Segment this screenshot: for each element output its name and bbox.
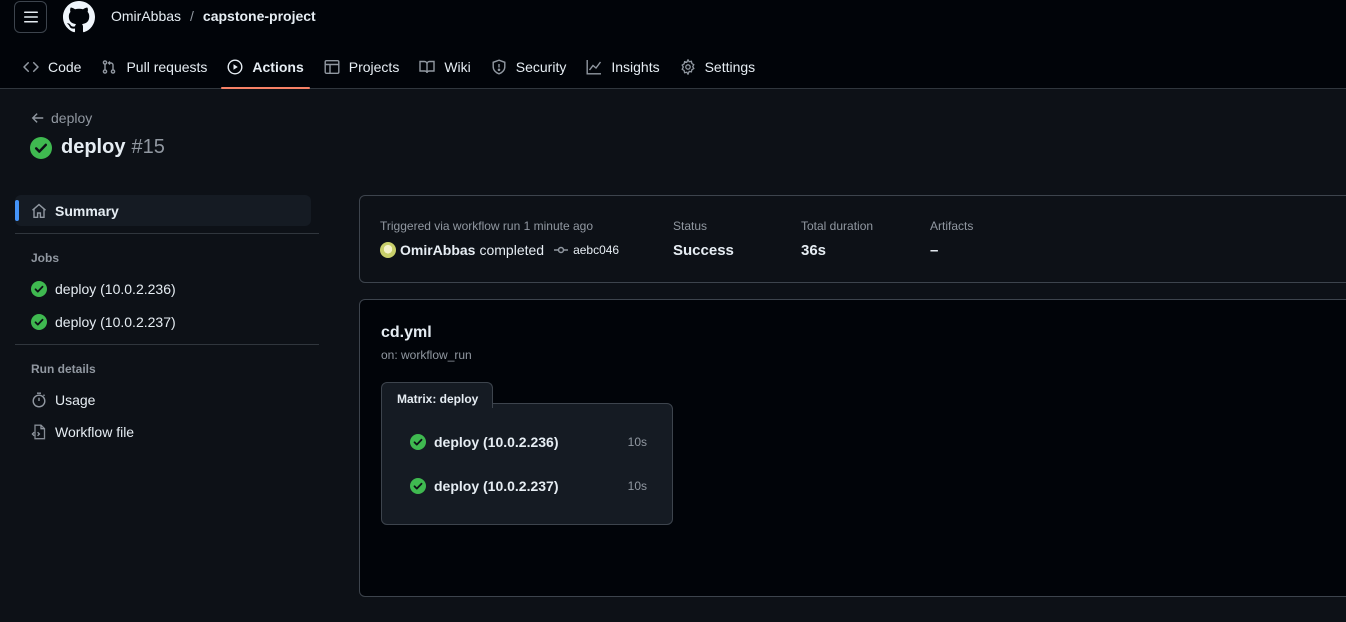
- play-icon: [227, 58, 243, 75]
- run-summary-card: Triggered via workflow run 1 minute ago …: [359, 195, 1346, 283]
- tab-label: Projects: [348, 58, 400, 75]
- run-number: #15: [131, 136, 165, 158]
- status-value: Success: [673, 242, 734, 259]
- run-name: deploy: [61, 136, 126, 158]
- owner-link[interactable]: OmirAbbas: [111, 8, 181, 24]
- sidebar-divider: [15, 233, 319, 234]
- code-icon: [23, 61, 39, 72]
- status-info: Status Success: [673, 219, 734, 259]
- home-icon: [32, 203, 46, 218]
- jobs-heading: Jobs: [31, 251, 60, 265]
- actor-link[interactable]: OmirAbbas: [400, 242, 475, 258]
- workflow-trigger: on: workflow_run: [381, 348, 472, 362]
- sidebar-item-label: deploy (10.0.2.236): [55, 280, 176, 297]
- run-sidebar: Summary Jobs deploy (10.0.2.236) deploy …: [15, 195, 319, 447]
- sidebar-item-label: Usage: [55, 391, 96, 408]
- github-logo-icon[interactable]: [63, 1, 95, 33]
- repo-nav: Code Pull requests Actions Projects Wiki…: [14, 44, 766, 89]
- tab-insights[interactable]: Insights: [577, 44, 668, 89]
- tab-label: Security: [515, 58, 567, 75]
- gear-icon: [680, 58, 695, 75]
- book-icon: [419, 60, 436, 73]
- back-to-workflow-link[interactable]: deploy: [31, 110, 92, 126]
- sidebar-item-usage[interactable]: Usage: [15, 384, 319, 415]
- tab-label: Insights: [611, 58, 660, 75]
- job-duration: 10s: [627, 479, 647, 493]
- matrix-label: Matrix: deploy: [381, 382, 493, 408]
- back-label: deploy: [51, 110, 93, 126]
- tab-wiki[interactable]: Wiki: [410, 44, 479, 89]
- tab-actions[interactable]: Actions: [218, 44, 312, 89]
- tab-label: Actions: [252, 58, 304, 75]
- pull-request-icon: [103, 59, 116, 74]
- tab-label: Pull requests: [126, 58, 208, 75]
- commit-link[interactable]: aebc046: [553, 242, 619, 258]
- check-circle-fill-icon: [31, 280, 47, 297]
- commit-sha: aebc046: [573, 243, 620, 257]
- file-code-icon: [31, 424, 46, 439]
- tab-projects[interactable]: Projects: [315, 44, 409, 89]
- graph-icon: [586, 59, 602, 74]
- status-label: Status: [673, 219, 708, 233]
- sidebar-item-summary[interactable]: Summary: [15, 195, 311, 226]
- artifacts-info: Artifacts –: [930, 219, 973, 259]
- duration-label: Total duration: [801, 219, 874, 233]
- hamburger-icon: [23, 11, 38, 23]
- matrix-group: deploy (10.0.2.236) 10s deploy (10.0.2.2…: [381, 403, 673, 525]
- avatar[interactable]: [380, 242, 396, 258]
- job-duration: 10s: [627, 435, 647, 449]
- sidebar-item-label: Summary: [55, 202, 119, 219]
- actor-verb: completed: [479, 242, 545, 258]
- job-name: deploy (10.0.2.237): [434, 478, 559, 494]
- workflow-file-name: cd.yml: [381, 324, 432, 341]
- tab-label: Code: [48, 58, 82, 75]
- check-circle-fill-icon: [31, 313, 47, 330]
- sidebar-item-job[interactable]: deploy (10.0.2.236): [15, 273, 319, 304]
- tab-pull-requests[interactable]: Pull requests: [92, 44, 216, 89]
- job-name: deploy (10.0.2.236): [434, 434, 559, 450]
- sidebar-item-workflow-file[interactable]: Workflow file: [15, 416, 319, 447]
- check-circle-fill-icon: [30, 136, 52, 159]
- check-circle-fill-icon: [410, 434, 426, 450]
- repo-header: OmirAbbas / capstone-project Code Pull r…: [0, 0, 1346, 89]
- trigger-info: Triggered via workflow run 1 minute ago …: [380, 219, 619, 258]
- run-details-heading: Run details: [31, 362, 96, 376]
- sidebar-item-label: deploy (10.0.2.237): [55, 313, 176, 330]
- tab-code[interactable]: Code: [14, 44, 90, 89]
- tab-security[interactable]: Security: [482, 44, 576, 89]
- breadcrumb: OmirAbbas / capstone-project: [111, 8, 316, 24]
- repo-link[interactable]: capstone-project: [203, 8, 316, 24]
- table-icon: [324, 59, 340, 74]
- artifacts-value: –: [930, 242, 939, 259]
- duration-value: 36s: [801, 242, 827, 259]
- tab-label: Wiki: [444, 58, 471, 75]
- stopwatch-icon: [32, 392, 46, 408]
- matrix-job[interactable]: deploy (10.0.2.236) 10s: [410, 430, 650, 454]
- check-circle-fill-icon: [410, 478, 426, 494]
- arrow-left-icon: [31, 113, 44, 123]
- tab-label: Settings: [704, 58, 756, 75]
- trigger-label: Triggered via workflow run 1 minute ago: [380, 219, 593, 233]
- sidebar-item-label: Workflow file: [55, 423, 135, 440]
- artifacts-label: Artifacts: [930, 219, 974, 233]
- menu-button[interactable]: [14, 1, 47, 33]
- workflow-graph-card: cd.yml on: workflow_run Matrix: deploy d…: [359, 299, 1346, 597]
- tab-settings[interactable]: Settings: [671, 44, 765, 89]
- trigger-value: OmirAbbas completed aebc046: [380, 242, 619, 258]
- sidebar-item-job[interactable]: deploy (10.0.2.237): [15, 306, 319, 337]
- matrix-job[interactable]: deploy (10.0.2.237) 10s: [410, 474, 650, 498]
- sidebar-divider: [15, 344, 319, 345]
- page-title: deploy #15: [30, 136, 165, 159]
- duration-info: Total duration 36s: [801, 219, 873, 259]
- git-commit-icon: [554, 246, 569, 254]
- breadcrumb-separator: /: [190, 8, 194, 24]
- shield-icon: [492, 58, 506, 75]
